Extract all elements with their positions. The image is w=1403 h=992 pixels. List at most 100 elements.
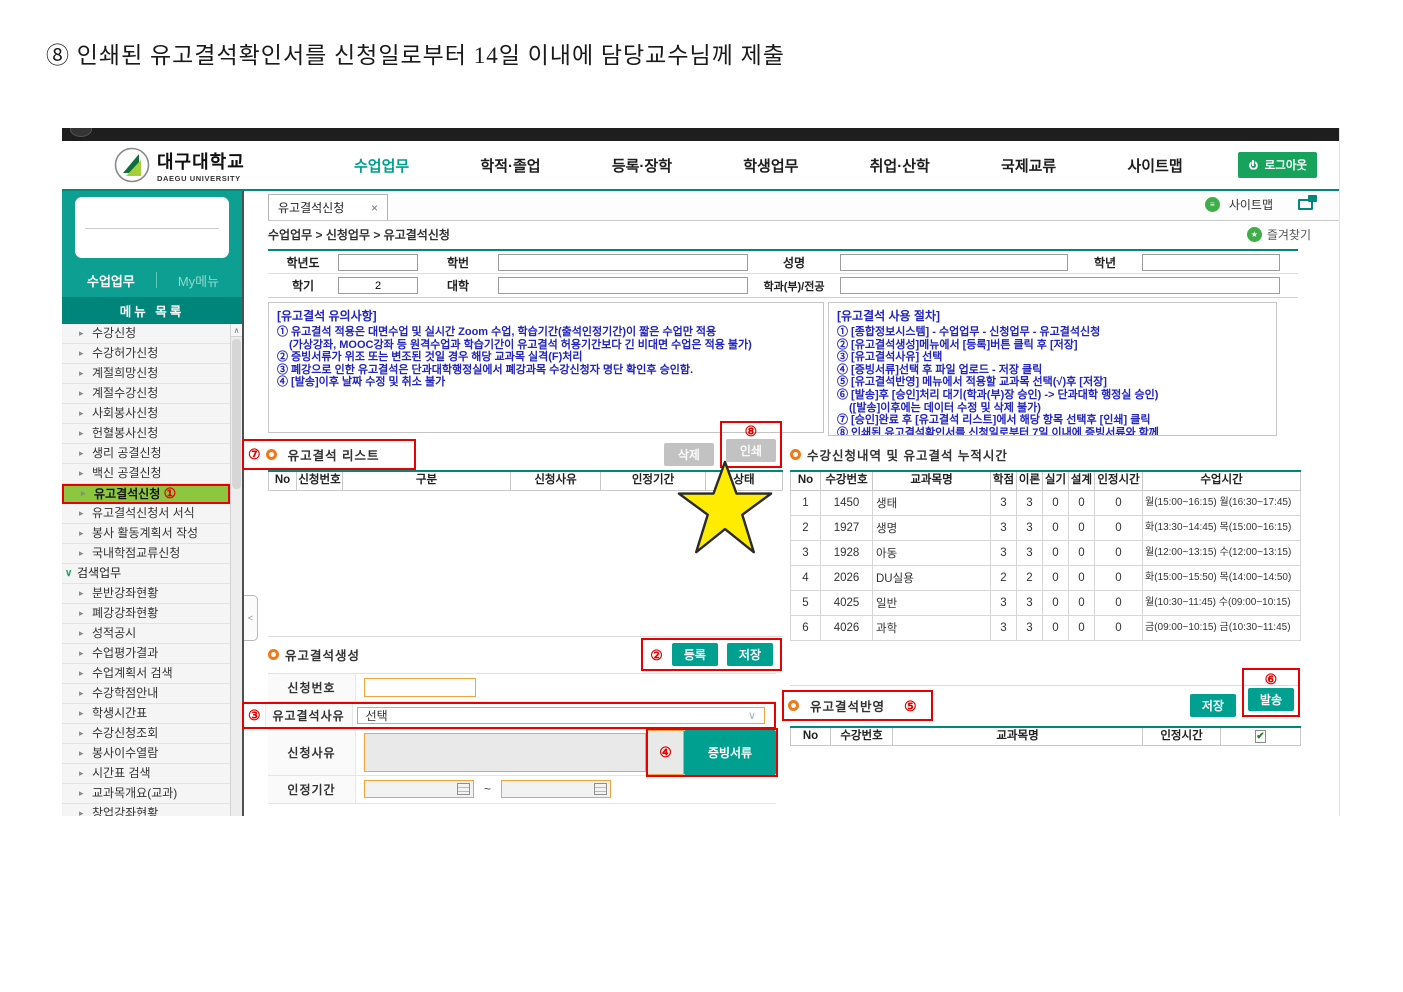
cell-practice: 0	[1043, 540, 1069, 565]
sidebar-item-course-outline[interactable]: 교과목개요(교과)	[62, 784, 230, 804]
sidebar-tab-mymenu[interactable]: My메뉴	[178, 271, 219, 290]
nav-item-sitemap[interactable]: 사이트맵	[1127, 155, 1182, 176]
tab-close-icon[interactable]: ×	[371, 201, 378, 215]
period-end-field[interactable]	[501, 780, 611, 798]
sidebar-section-search[interactable]: 검색업무	[62, 564, 230, 584]
logout-button[interactable]: 로그아웃	[1238, 152, 1317, 178]
scroll-up-icon[interactable]: ∧	[231, 324, 242, 337]
sidebar-item-credit-guide[interactable]: 수강학점안내	[62, 684, 230, 704]
enrollment-header: 수강신청내역 및 유고결석 누적시간	[790, 438, 1300, 470]
sidebar-item-seasonal-sugang[interactable]: 계절수강신청	[62, 384, 230, 404]
cell-design: 0	[1069, 515, 1095, 540]
sidebar-tab-classwork[interactable]: 수업업무	[87, 271, 135, 290]
nav-item-career[interactable]: 취업·산학	[870, 155, 930, 176]
select-all-checkbox[interactable]: ✔	[1255, 730, 1265, 743]
sidebar-item-syllabus-search[interactable]: 수업계획서 검색	[62, 664, 230, 684]
cell-courseno: 1927	[821, 515, 873, 540]
favorite-label[interactable]: 즐겨찾기	[1267, 226, 1311, 243]
window-popup-icon[interactable]	[1298, 199, 1313, 210]
applyno-field[interactable]	[364, 678, 476, 697]
nav-item-international[interactable]: 국제교류	[1001, 155, 1056, 176]
cell-no: 6	[791, 615, 821, 640]
attachment-button[interactable]: 증빙서류	[684, 730, 776, 775]
delete-button[interactable]: 삭제	[664, 443, 714, 466]
browser-strip	[62, 128, 1339, 141]
period-separator: ~	[484, 782, 491, 796]
main-content: 유고결석신청 × ≡ 사이트맵 수업업무 > 신청업무 > 유고결석신청 ★ 즐…	[244, 191, 1339, 816]
save-apply-button[interactable]: 저장	[1190, 694, 1236, 717]
sidebar-item-class-split[interactable]: 분반강좌현황	[62, 584, 230, 604]
annotation-8: ⑧	[745, 424, 758, 438]
absence-list-title: 유고결석 리스트	[288, 445, 380, 464]
sidebar-item-absence-apply[interactable]: 유고결석신청 ①	[62, 484, 230, 504]
grade-field[interactable]	[1142, 254, 1280, 271]
university-emblem-icon	[114, 147, 150, 183]
column-header: No	[269, 471, 297, 490]
sidebar-item-absence-form[interactable]: 유고결석신청서 서식	[62, 504, 230, 524]
sidebar-item-blood-service[interactable]: 헌혈봉사신청	[62, 424, 230, 444]
cell-theory: 3	[1017, 540, 1043, 565]
sidebar-item-closed-courses[interactable]: 폐강강좌현황	[62, 604, 230, 624]
send-button[interactable]: 발송	[1248, 688, 1294, 711]
calendar-icon[interactable]	[594, 783, 607, 795]
register-button[interactable]: 등록	[672, 643, 718, 666]
save-create-button[interactable]: 저장	[727, 643, 773, 666]
cell-coursename: 생명	[873, 515, 991, 540]
cell-recognized: 0	[1095, 490, 1143, 515]
tab-absence-apply[interactable]: 유고결석신청 ×	[268, 194, 388, 220]
nav-item-classwork[interactable]: 수업업무	[354, 155, 409, 176]
sidebar-item-timetable[interactable]: 학생시간표	[62, 704, 230, 724]
column-header: 구분	[343, 471, 511, 490]
notice-line: ① [종합정보시스템] - 수업업무 - 신청업무 - 유고결석신청	[837, 326, 1268, 339]
sidebar-item-sugang[interactable]: 수강신청	[62, 324, 230, 344]
semester-field[interactable]	[338, 277, 418, 294]
cell-courseno: 2026	[821, 565, 873, 590]
name-field[interactable]	[840, 254, 1068, 271]
cell-schedule: 금(09:00~10:15) 금(10:30~11:45)	[1143, 615, 1301, 640]
sidebar-collapse-button[interactable]: <	[244, 595, 258, 641]
app-window: 대구대학교 DAEGU UNIVERSITY 수업업무 학적·졸업 등록·장학 …	[62, 128, 1340, 816]
annotation-3: ③	[248, 708, 261, 722]
sidebar-item-timetable-search[interactable]: 시간표 검색	[62, 764, 230, 784]
college-field[interactable]	[498, 277, 748, 294]
cell-practice: 0	[1043, 615, 1069, 640]
nav-item-records[interactable]: 학적·졸업	[480, 155, 540, 176]
notice-line: ⑤ [유고결석반영] 메뉴에서 적용할 교과목 선택(√)후 [저장]	[837, 376, 1268, 389]
sidebar-item-sugang-permit[interactable]: 수강허가신청	[62, 344, 230, 364]
scrollbar-thumb[interactable]	[232, 339, 241, 489]
sidebar-item-seasonal-hope[interactable]: 계절희망신청	[62, 364, 230, 384]
reason-type-select[interactable]: 선택 ∨	[357, 707, 765, 724]
section-bullet-icon	[788, 700, 799, 711]
sidebar-item-credit-exchange[interactable]: 국내학점교류신청	[62, 544, 230, 564]
major-field[interactable]	[840, 277, 1280, 294]
sidebar-item-grade-post[interactable]: 성적공시	[62, 624, 230, 644]
reason-textarea[interactable]	[364, 733, 646, 772]
print-button[interactable]: 인쇄	[726, 439, 776, 462]
section-bullet-icon	[266, 449, 277, 460]
annotation-2: ②	[650, 648, 663, 662]
studentno-field[interactable]	[498, 254, 748, 271]
year-field[interactable]	[338, 254, 418, 271]
sidebar-item-sugang-lookup[interactable]: 수강신청조회	[62, 724, 230, 744]
annotation-box-5: 유고결석반영 ⑤	[782, 690, 933, 721]
cell-recognized: 0	[1095, 540, 1143, 565]
sidebar-item-service-plan[interactable]: 봉사 활동계획서 작성	[62, 524, 230, 544]
cell-courseno: 1928	[821, 540, 873, 565]
nav-item-registration[interactable]: 등록·장학	[612, 155, 672, 176]
breadcrumb-row: 수업업무 > 신청업무 > 유고결석신청 ★ 즐겨찾기	[268, 221, 1339, 248]
sidebar-item-service-view[interactable]: 봉사이수열람	[62, 744, 230, 764]
cell-no: 5	[791, 590, 821, 615]
period-start-field[interactable]	[364, 780, 474, 798]
annotation-box-6: ⑥ 발송	[1242, 668, 1300, 717]
calendar-icon[interactable]	[457, 783, 470, 795]
sidebar-item-eval-result[interactable]: 수업평가결과	[62, 644, 230, 664]
sidebar-item-social-service[interactable]: 사회봉사신청	[62, 404, 230, 424]
sidebar-scrollbar[interactable]: ∧	[230, 324, 242, 816]
sitemap-label[interactable]: 사이트맵	[1229, 196, 1273, 213]
tab-bar: 유고결석신청 × ≡ 사이트맵	[268, 191, 1339, 221]
table-row: 6 4026 과학 3 3 0 0 0 금(09:00~10:15) 금(10:…	[791, 615, 1301, 640]
sidebar-item-clipped[interactable]: 창업강좌현황	[62, 804, 230, 816]
sidebar-item-menstrual-absence[interactable]: 생리 공결신청	[62, 444, 230, 464]
nav-item-student[interactable]: 학생업무	[743, 155, 798, 176]
sidebar-item-vaccine-absence[interactable]: 백신 공결신청	[62, 464, 230, 484]
